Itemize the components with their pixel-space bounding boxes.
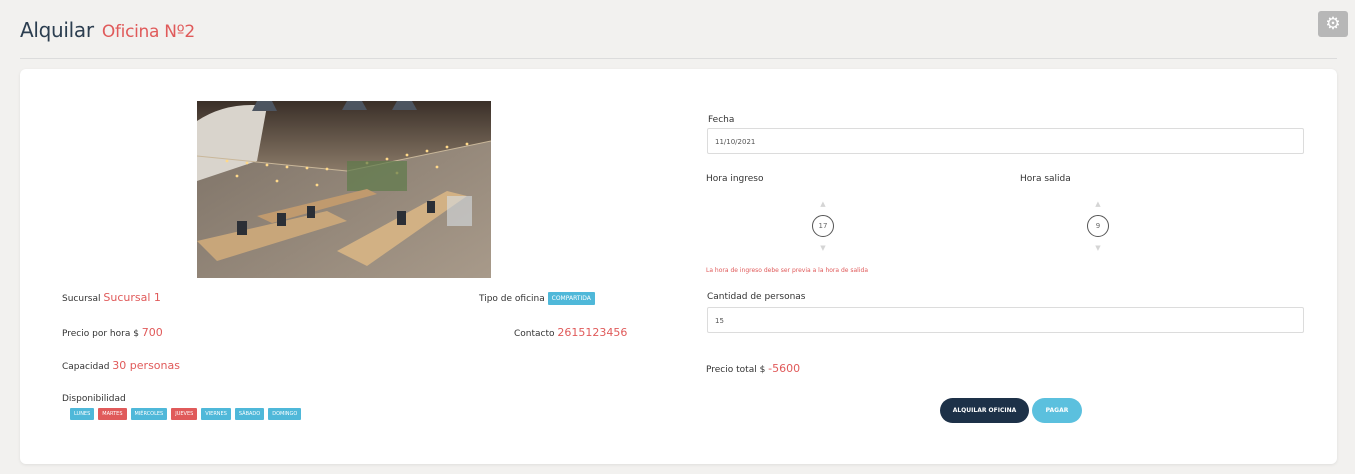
day-badge-jueves: JUEVES	[171, 408, 198, 420]
sucursal-info: Sucursal Sucursal 1	[62, 291, 161, 304]
hora-salida-down-icon[interactable]: ▼	[1078, 245, 1118, 252]
hora-ingreso-up-icon[interactable]: ▲	[803, 201, 843, 208]
tipo-oficina-info: Tipo de oficina COMPARTIDA	[479, 292, 595, 305]
day-badge-miercoles: MIÉRCOLES	[130, 408, 168, 420]
fecha-input[interactable]: 11/10/2021	[707, 128, 1304, 154]
capacidad-info: Capacidad 30 personas	[62, 359, 180, 372]
hora-salida-stepper: ▲ 9 ▼	[1078, 201, 1118, 252]
tipo-oficina-badge: COMPARTIDA	[547, 292, 595, 305]
precio-total-info: Precio total $ -5600	[706, 362, 800, 375]
day-badge-martes: MARTES	[98, 408, 127, 420]
hora-ingreso-down-icon[interactable]: ▼	[803, 245, 843, 252]
office-photo	[197, 101, 491, 278]
precio-total-label: Precio total $	[706, 365, 766, 375]
cantidad-input[interactable]: 15	[707, 307, 1304, 333]
page-title-main: Alquilar	[20, 18, 94, 42]
day-badge-viernes: VIERNES	[201, 408, 231, 420]
contacto-info: Contacto 2615123456	[514, 326, 627, 339]
sucursal-value: Sucursal 1	[103, 291, 161, 304]
hora-error-message: La hora de ingreso debe ser previa a la …	[706, 267, 868, 274]
settings-button[interactable]: ⚙	[1318, 11, 1348, 37]
contacto-label: Contacto	[514, 329, 555, 339]
tipo-oficina-label: Tipo de oficina	[479, 294, 545, 304]
capacidad-label: Capacidad	[62, 362, 110, 372]
rental-card: Sucursal Sucursal 1 Tipo de oficina COMP…	[20, 69, 1337, 464]
precio-label: Precio por hora $	[62, 329, 139, 339]
precio-info: Precio por hora $ 700	[62, 326, 163, 339]
page-header: Alquilar Oficina Nº2 ⚙	[0, 0, 1355, 60]
gear-icon: ⚙	[1325, 13, 1341, 34]
page-title: Alquilar Oficina Nº2	[20, 18, 195, 42]
day-badge-sabado: SÁBADO	[234, 408, 265, 420]
pagar-button[interactable]: PAGAR	[1032, 398, 1082, 423]
day-badge-lunes: LUNES	[70, 408, 95, 420]
disponibilidad-label: Disponibilidad	[62, 394, 126, 404]
day-badge-domingo: DOMINGO	[268, 408, 302, 420]
page-title-office: Oficina Nº2	[101, 22, 195, 42]
hora-ingreso-stepper: ▲ 17 ▼	[803, 201, 843, 252]
cantidad-label: Cantidad de personas	[707, 292, 806, 302]
hora-salida-up-icon[interactable]: ▲	[1078, 201, 1118, 208]
hora-ingreso-label: Hora ingreso	[706, 174, 764, 184]
precio-value: 700	[141, 326, 163, 339]
hora-salida-value[interactable]: 9	[1087, 215, 1109, 237]
hora-ingreso-value[interactable]: 17	[812, 215, 834, 237]
sucursal-label: Sucursal	[62, 294, 101, 304]
contacto-value: 2615123456	[557, 326, 628, 339]
header-divider	[20, 58, 1337, 59]
alquilar-oficina-button[interactable]: ALQUILAR OFICINA	[940, 398, 1029, 423]
hora-salida-label: Hora salida	[1020, 174, 1071, 184]
fecha-label: Fecha	[708, 115, 735, 125]
days-list: LUNES MARTES MIÉRCOLES JUEVES VIERNES SÁ…	[70, 408, 302, 420]
capacidad-value: 30 personas	[112, 359, 180, 372]
precio-total-value: -5600	[768, 362, 801, 375]
